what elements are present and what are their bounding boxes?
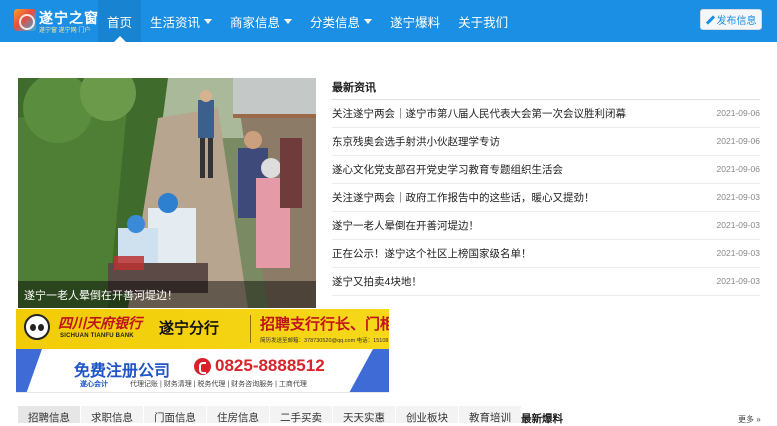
bank-branch: 遂宁分行	[159, 320, 220, 337]
photo-caption[interactable]: 遂宁一老人晕倒在开善河堤边！	[24, 287, 178, 303]
registration-headline: 免费注册公司	[74, 363, 171, 380]
nav-item-classifieds[interactable]: 分类信息	[301, 0, 381, 42]
news-item-title[interactable]: 关注遂宁两会｜政府工作报告中的这些话，暖心又提劲！	[332, 190, 595, 205]
news-item-date: 2021-09-06	[716, 164, 760, 174]
news-item-date: 2021-09-03	[716, 192, 760, 202]
latest-news-title: 最新资讯	[332, 82, 376, 94]
news-item[interactable]: 遂宁一老人晕倒在开善河堤边！ 2021-09-03	[332, 212, 760, 240]
registration-phone: 0825-8888512	[215, 356, 325, 375]
top-navbar: 遂宁之窗 遂宁窗 遂宁网 门户 首页 生活资讯 商家信息 分类信息 遂宁爆料 关…	[0, 0, 777, 42]
recruit-headline: 招聘支行行长、门柜人员	[260, 316, 389, 333]
bank-name-en: SICHUAN TIANFU BANK	[60, 333, 134, 339]
caption-bar: 遂宁一老人晕倒在开善河堤边！	[18, 281, 316, 308]
tab-jobs[interactable]: 招聘信息	[18, 406, 81, 424]
news-item[interactable]: 遂心文化党支部召开党史学习教育专题组织生活会 2021-09-06	[332, 156, 760, 184]
category-tabs: 招聘信息 求职信息 门面信息 住房信息 二手买卖 天天实惠 创业板块 教育培训	[18, 406, 522, 424]
news-item-title[interactable]: 遂心文化党支部召开党史学习教育专题组织生活会	[332, 162, 563, 177]
nav-item-life-news[interactable]: 生活资讯	[141, 0, 221, 42]
registration-services: 代理记账 | 财务清理 | 税务代理 | 财务咨询服务 | 工商代理	[130, 381, 307, 388]
tab-second-hand[interactable]: 二手买卖	[270, 406, 333, 424]
nav-label: 生活资讯	[150, 15, 201, 30]
banner-decoration	[16, 349, 42, 392]
news-item-title[interactable]: 遂宁又拍卖4块地！	[332, 274, 422, 289]
tab-education[interactable]: 教育培训	[459, 406, 522, 424]
nav-label: 首页	[107, 15, 133, 30]
news-item-date: 2021-09-03	[716, 248, 760, 258]
news-item[interactable]: 遂宁又拍卖4块地！ 2021-09-03	[332, 268, 760, 296]
caret-down-icon	[284, 18, 293, 24]
caret-down-icon	[364, 18, 373, 24]
divider	[250, 315, 251, 343]
nav-item-merchants[interactable]: 商家信息	[221, 0, 301, 42]
post-info-label: 发布信息	[716, 16, 757, 27]
news-item-title[interactable]: 遂宁一老人晕倒在开善河堤边！	[332, 218, 479, 233]
news-item-date: 2021-09-03	[716, 276, 760, 286]
panda-logo-icon	[24, 314, 50, 340]
main-nav: 首页 生活资讯 商家信息 分类信息 遂宁爆料 关于我们	[98, 0, 517, 42]
nav-label: 商家信息	[230, 15, 281, 30]
nav-label: 分类信息	[310, 15, 361, 30]
site-logo[interactable]: 遂宁之窗 遂宁窗 遂宁网 门户	[14, 8, 98, 34]
tab-job-seekers[interactable]: 求职信息	[81, 406, 144, 424]
nav-label: 关于我们	[458, 15, 509, 30]
recruit-contact: 简历发送至邮箱：378730520@qq.com 电话：15108120216 …	[260, 338, 389, 344]
pencil-icon	[706, 16, 714, 24]
phone-icon	[194, 358, 211, 375]
news-item-title[interactable]: 东京残奥会选手射洪小伙赵理学专访	[332, 134, 500, 149]
scene-illustration	[18, 78, 316, 308]
news-item[interactable]: 关注遂宁两会｜政府工作报告中的这些话，暖心又提劲！ 2021-09-03	[332, 184, 760, 212]
nav-item-home[interactable]: 首页	[98, 0, 142, 42]
news-item[interactable]: 正在公示！遂宁这个社区上榜国家级名单！ 2021-09-03	[332, 240, 760, 268]
news-item-title[interactable]: 关注遂宁两会｜遂宁市第八届人民代表大会第一次会议胜利闭幕	[332, 106, 626, 121]
news-item[interactable]: 东京残奥会选手射洪小伙赵理学专访 2021-09-06	[332, 128, 760, 156]
nav-label: 遂宁爆料	[390, 15, 441, 30]
news-item-date: 2021-09-03	[716, 220, 760, 230]
registration-brand: 遂心会计	[80, 381, 108, 388]
caret-down-icon	[204, 18, 213, 24]
tab-startup[interactable]: 创业板块	[396, 406, 459, 424]
nav-item-tips[interactable]: 遂宁爆料	[381, 0, 449, 42]
bank-recruitment-banner[interactable]: 四川天府银行 SICHUAN TIANFU BANK 遂宁分行 招聘支行行长、门…	[16, 309, 389, 349]
tab-housing[interactable]: 住房信息	[207, 406, 270, 424]
bank-name: 四川天府银行	[58, 315, 142, 331]
logo-mark-icon	[14, 9, 36, 31]
post-info-button[interactable]: 发布信息	[700, 9, 762, 30]
tab-daily-deals[interactable]: 天天实惠	[333, 406, 396, 424]
company-registration-banner[interactable]: 免费注册公司 0825-8888512 遂心会计 代理记账 | 财务清理 | 税…	[16, 349, 389, 393]
nav-item-about[interactable]: 关于我们	[449, 0, 517, 42]
latest-tips-title: 最新爆料	[521, 413, 563, 425]
news-item-date: 2021-09-06	[716, 108, 760, 118]
news-item[interactable]: 关注遂宁两会｜遂宁市第八届人民代表大会第一次会议胜利闭幕 2021-09-06	[332, 100, 760, 128]
latest-news-panel: 最新资讯 关注遂宁两会｜遂宁市第八届人民代表大会第一次会议胜利闭幕 2021-09…	[332, 78, 760, 296]
news-item-title[interactable]: 正在公示！遂宁这个社区上榜国家级名单！	[332, 246, 532, 261]
banner-decoration	[349, 349, 389, 392]
tab-storefronts[interactable]: 门面信息	[144, 406, 207, 424]
logo-tagline: 遂宁窗 遂宁网 门户	[39, 28, 91, 34]
featured-news-photo[interactable]: 遂宁一老人晕倒在开善河堤边！	[18, 78, 316, 308]
more-link[interactable]: 更多 »	[738, 414, 761, 425]
news-item-date: 2021-09-06	[716, 136, 760, 146]
